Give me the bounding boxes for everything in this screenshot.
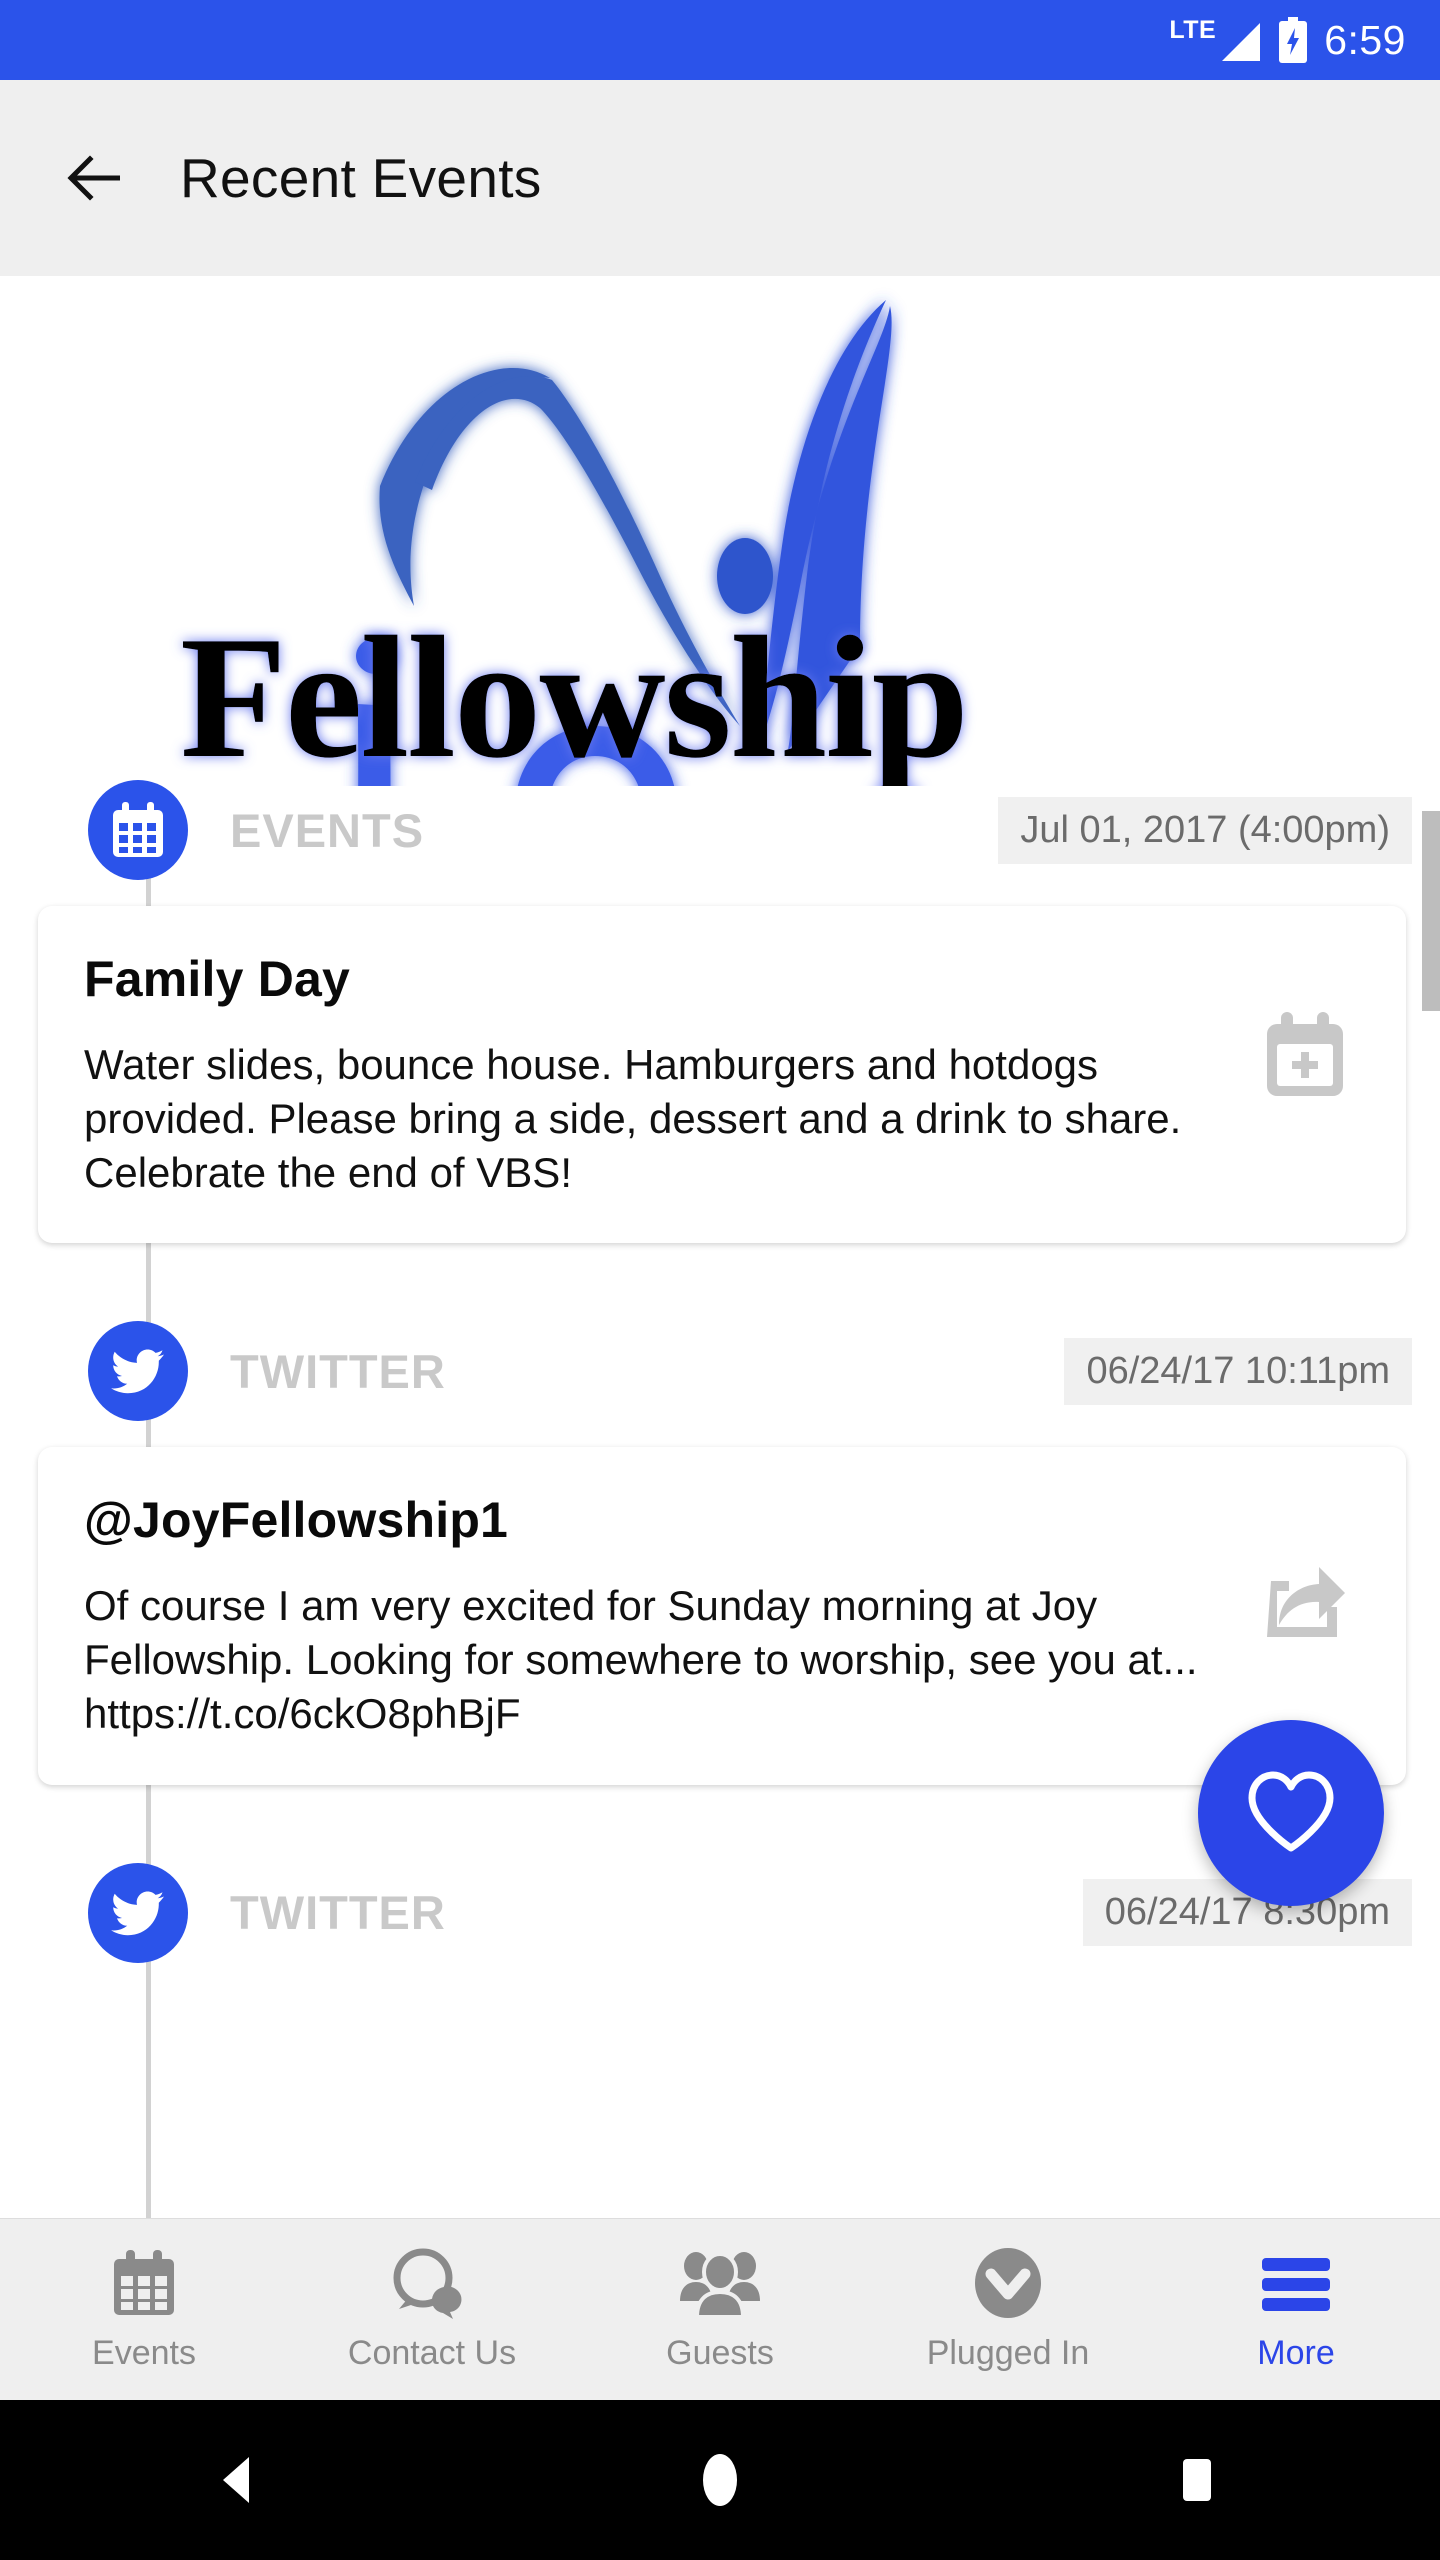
church-logo: Fellowship: [0, 276, 1440, 786]
phone-screen: LTE 6:59 Recent Events Fellowship EVENTS…: [0, 0, 1440, 2560]
feed-timestamp: 06/24/17 10:11pm: [1064, 1337, 1412, 1405]
card-body: Family Day Water slides, bounce house. H…: [84, 950, 1250, 1199]
android-recents-button[interactable]: [960, 2449, 1440, 2511]
vertical-scrollbar[interactable]: [1422, 811, 1440, 1011]
tweet-text: Of course I am very excited for Sunday m…: [84, 1582, 1198, 1737]
lte-label: LTE: [1169, 15, 1217, 44]
nav-label: More: [1257, 2334, 1335, 2372]
chevron-down-circle-icon: [973, 2246, 1043, 2320]
feed-source-label: TWITTER: [230, 1886, 446, 1939]
tweet-card[interactable]: @JoyFellowship1 Of course I am very exci…: [38, 1447, 1406, 1785]
signal-bars-icon: [1222, 22, 1261, 61]
calendar-add-icon: [1267, 1012, 1343, 1096]
app-bar: Recent Events: [0, 80, 1440, 276]
nav-label: Contact Us: [347, 2334, 517, 2372]
card-body: @JoyFellowship1 Of course I am very exci…: [84, 1491, 1250, 1740]
hamburger-menu-icon: [1258, 2246, 1334, 2320]
chat-bubbles-icon: [389, 2246, 475, 2320]
joy-fellowship-logo-icon: Fellowship: [180, 300, 969, 786]
share-button[interactable]: [1250, 1491, 1360, 1643]
share-icon: [1267, 1567, 1345, 1638]
android-back-button[interactable]: [0, 2449, 480, 2511]
android-recents-square-icon: [1183, 2459, 1211, 2501]
feed-timestamp: Jul 01, 2017 (4:00pm): [998, 796, 1412, 864]
svg-text:Fellowship: Fellowship: [180, 600, 967, 786]
page-title: Recent Events: [180, 147, 542, 209]
twitter-bird-icon: [88, 1862, 188, 1963]
status-bar-clock: 6:59: [1324, 16, 1406, 63]
feed-scroll-area[interactable]: Fellowship EVENTS Jul 01, 2017 (4:00pm) …: [0, 276, 1440, 2218]
nav-item-more[interactable]: More: [1152, 2246, 1440, 2373]
favorite-fab-button[interactable]: [1198, 1720, 1384, 1906]
nav-label: Guests: [666, 2334, 774, 2372]
twitter-bird-icon: [88, 1321, 188, 1422]
status-bar: LTE 6:59: [0, 0, 1440, 80]
feed-item-header[interactable]: EVENTS Jul 01, 2017 (4:00pm): [0, 776, 1440, 884]
battery-charging-icon: [1279, 17, 1308, 63]
nav-item-events[interactable]: Events: [0, 2246, 288, 2373]
feed-item-header[interactable]: TWITTER 06/24/17 10:11pm: [0, 1317, 1440, 1425]
bottom-navigation-bar: Events Contact Us Guests Plugged In More: [0, 2218, 1440, 2400]
feed-source-label: EVENTS: [230, 803, 425, 857]
nav-item-contact-us[interactable]: Contact Us: [288, 2246, 576, 2373]
android-navigation-bar: [0, 2400, 1440, 2560]
android-back-triangle-icon: [223, 2457, 249, 2503]
twitter-glyph-icon: [111, 1891, 164, 1935]
android-home-button[interactable]: [480, 2449, 960, 2511]
network-indicator: LTE: [1169, 15, 1262, 63]
nav-item-guests[interactable]: Guests: [576, 2246, 864, 2373]
people-group-icon: [677, 2246, 763, 2320]
android-home-circle-icon: [703, 2454, 737, 2506]
twitter-glyph-icon: [111, 1349, 164, 1394]
feed-source-label: TWITTER: [230, 1344, 446, 1398]
tweet-handle: @JoyFellowship1: [84, 1492, 509, 1549]
calendar-glyph-icon: [113, 802, 163, 857]
nav-label: Plugged In: [926, 2334, 1090, 2372]
nav-label: Events: [92, 2334, 196, 2372]
event-title: Family Day: [84, 951, 351, 1007]
heart-outline-icon: [1248, 1771, 1334, 1852]
event-description: Water slides, bounce house. Hamburgers a…: [84, 1041, 1182, 1196]
back-arrow-icon: [67, 155, 120, 201]
nav-item-plugged-in[interactable]: Plugged In: [864, 2246, 1152, 2373]
back-button[interactable]: [60, 142, 132, 214]
event-card[interactable]: Family Day Water slides, bounce house. H…: [38, 906, 1406, 1244]
calendar-icon: [110, 2246, 178, 2320]
calendar-icon: [88, 780, 188, 880]
add-to-calendar-button[interactable]: [1250, 950, 1360, 1102]
